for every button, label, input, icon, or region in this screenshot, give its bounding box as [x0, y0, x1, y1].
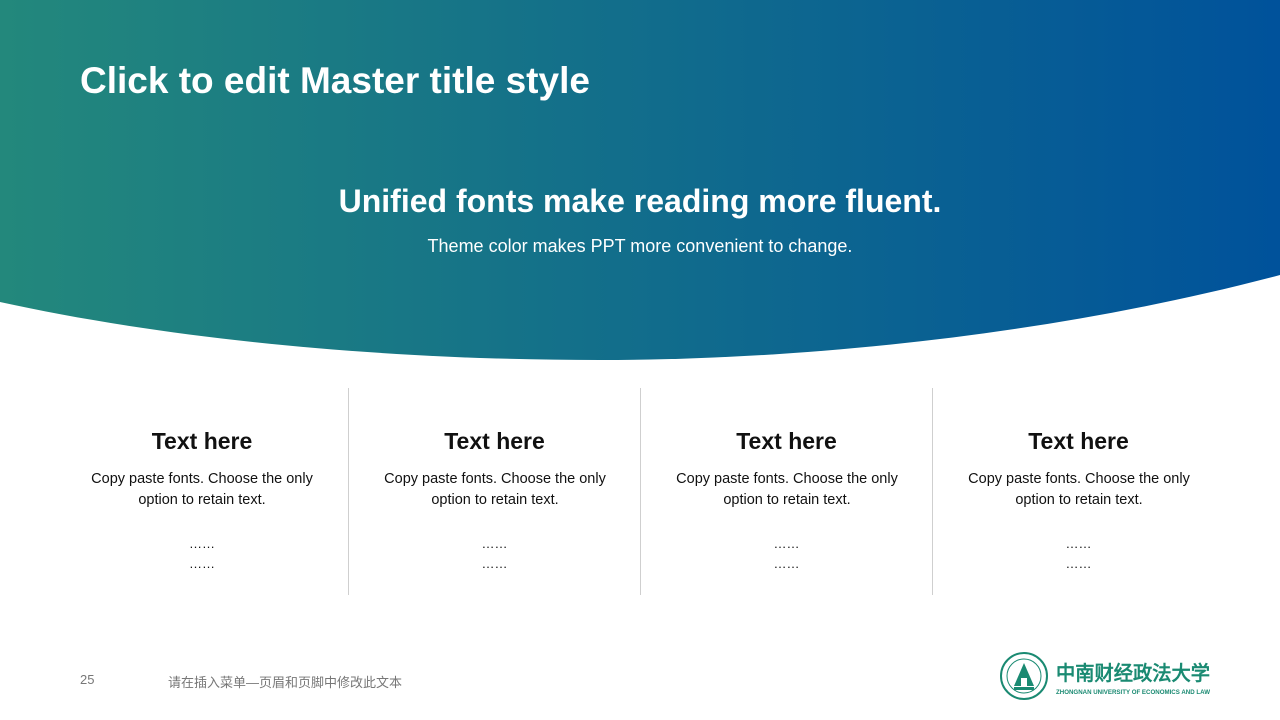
- column-ellipsis: …… ……: [933, 534, 1224, 574]
- ellipsis-line: ……: [1065, 536, 1092, 551]
- column-title[interactable]: Text here: [56, 428, 348, 455]
- column-2: Text here Copy paste fonts. Choose the o…: [348, 388, 640, 595]
- ellipsis-line: ……: [1065, 556, 1092, 571]
- university-emblem-icon: 中南财经政法大学 ZHONGNAN UNIVERSITY OF ECONOMIC…: [1000, 652, 1210, 700]
- column-body[interactable]: Copy paste fonts. Choose the only option…: [369, 469, 621, 511]
- column-title[interactable]: Text here: [349, 428, 640, 455]
- columns-row: Text here Copy paste fonts. Choose the o…: [56, 388, 1224, 595]
- column-body[interactable]: Copy paste fonts. Choose the only option…: [661, 469, 913, 511]
- column-ellipsis: …… ……: [349, 534, 640, 574]
- ellipsis-line: ……: [773, 536, 800, 551]
- headline[interactable]: Unified fonts make reading more fluent.: [0, 183, 1280, 220]
- column-1: Text here Copy paste fonts. Choose the o…: [56, 388, 348, 595]
- column-body[interactable]: Copy paste fonts. Choose the only option…: [76, 469, 328, 511]
- ellipsis-line: ……: [481, 556, 508, 571]
- ellipsis-line: ……: [189, 536, 215, 551]
- slide: Click to edit Master title style Unified…: [0, 0, 1280, 720]
- banner-shape: [0, 0, 1280, 360]
- university-logo: 中南财经政法大学 ZHONGNAN UNIVERSITY OF ECONOMIC…: [998, 650, 1214, 702]
- column-title[interactable]: Text here: [933, 428, 1224, 455]
- ellipsis-line: ……: [189, 556, 215, 571]
- header-banner: [0, 0, 1280, 360]
- footer-text[interactable]: 请在插入菜单—页眉和页脚中修改此文本: [168, 672, 402, 691]
- ellipsis-line: ……: [773, 556, 800, 571]
- column-3: Text here Copy paste fonts. Choose the o…: [640, 388, 932, 595]
- column-4: Text here Copy paste fonts. Choose the o…: [932, 388, 1224, 595]
- column-ellipsis: …… ……: [56, 534, 348, 574]
- master-title[interactable]: Click to edit Master title style: [80, 60, 590, 102]
- ellipsis-line: ……: [481, 536, 508, 551]
- logo-name-cn: 中南财经政法大学: [1056, 661, 1210, 685]
- subheadline[interactable]: Theme color makes PPT more convenient to…: [0, 236, 1280, 257]
- column-body[interactable]: Copy paste fonts. Choose the only option…: [953, 469, 1205, 511]
- column-ellipsis: …… ……: [641, 534, 932, 574]
- column-title[interactable]: Text here: [641, 428, 932, 455]
- logo-name-en: ZHONGNAN UNIVERSITY OF ECONOMICS AND LAW: [1056, 690, 1210, 696]
- page-number: 25: [80, 672, 95, 687]
